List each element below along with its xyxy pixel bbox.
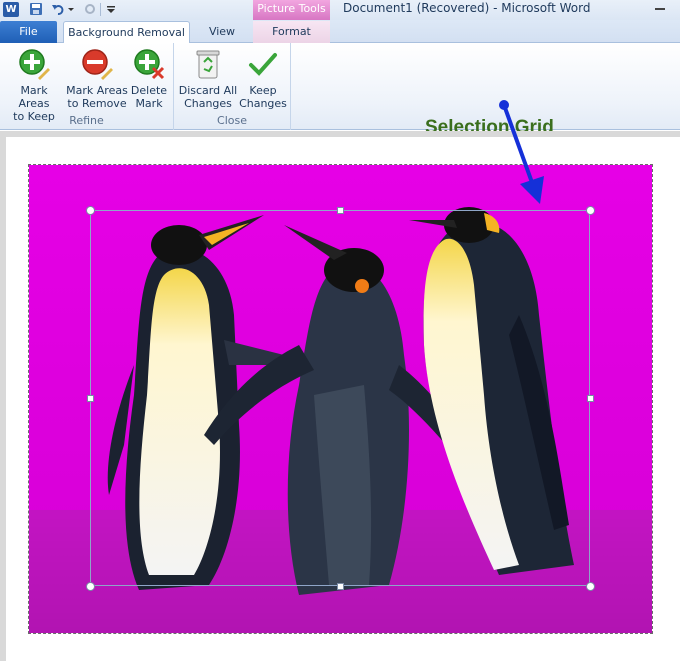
word-app-icon[interactable]: W: [3, 2, 19, 17]
minimize-icon[interactable]: [655, 8, 665, 10]
keep-label: Keep Changes: [239, 84, 287, 110]
tab-background-removal[interactable]: Background Removal: [63, 21, 190, 44]
tab-format[interactable]: Format: [253, 21, 330, 44]
customize-qat-icon[interactable]: [106, 2, 116, 16]
selection-handle-bottom-left[interactable]: [86, 582, 95, 591]
delete-mark-button[interactable]: Delete Mark: [128, 48, 170, 110]
save-icon[interactable]: [29, 2, 43, 16]
tab-view[interactable]: View: [198, 21, 246, 44]
close-group-label: Close: [217, 114, 247, 127]
undo-dropdown-icon[interactable]: [67, 2, 75, 16]
recycle-bin-icon: [196, 50, 220, 79]
selection-handle-bottom-right[interactable]: [586, 582, 595, 591]
selection-handle-left[interactable]: [87, 395, 94, 402]
discard-all-changes-button[interactable]: Discard All Changes: [178, 48, 238, 110]
mark-areas-to-remove-button[interactable]: Mark Areas to Remove: [66, 48, 128, 110]
selection-handle-bottom[interactable]: [337, 583, 344, 590]
delete-mark-icon: [134, 49, 165, 80]
selection-handle-top[interactable]: [337, 207, 344, 214]
redo-icon[interactable]: [83, 2, 97, 16]
window-title: Document1 (Recovered) - Microsoft Word: [343, 1, 591, 15]
selection-handle-top-right[interactable]: [586, 206, 595, 215]
qat-separator: [100, 3, 101, 16]
checkmark-icon: [249, 53, 277, 76]
tab-file[interactable]: File: [0, 21, 57, 43]
picture-tools-label: Picture Tools: [253, 0, 330, 20]
refine-group: Mark Areas to Keep Mark Areas to Remove …: [0, 43, 174, 130]
refine-group-label: Refine: [69, 114, 104, 127]
title-bar: W Picture Tools Document1 (Recovered) - …: [0, 0, 680, 20]
mark-remove-icon: [82, 49, 113, 80]
selection-grid[interactable]: [90, 210, 590, 586]
mark-areas-to-keep-button[interactable]: Mark Areas to Keep: [4, 48, 64, 123]
selection-handle-top-left[interactable]: [86, 206, 95, 215]
delete-mark-label: Delete Mark: [130, 84, 168, 110]
mark-keep-icon: [19, 49, 50, 80]
selection-handle-right[interactable]: [587, 395, 594, 402]
undo-icon[interactable]: [51, 2, 65, 16]
discard-label: Discard All Changes: [178, 84, 238, 110]
ribbon: Mark Areas to Keep Mark Areas to Remove …: [0, 43, 680, 138]
ribbon-tabs: File Background Removal View Format: [0, 20, 680, 44]
keep-changes-button[interactable]: Keep Changes: [238, 48, 288, 110]
close-group: Discard All Changes Keep Changes Close: [174, 43, 291, 130]
mark-remove-label: Mark Areas to Remove: [66, 84, 128, 110]
annotation-arrow-icon: [499, 100, 544, 204]
